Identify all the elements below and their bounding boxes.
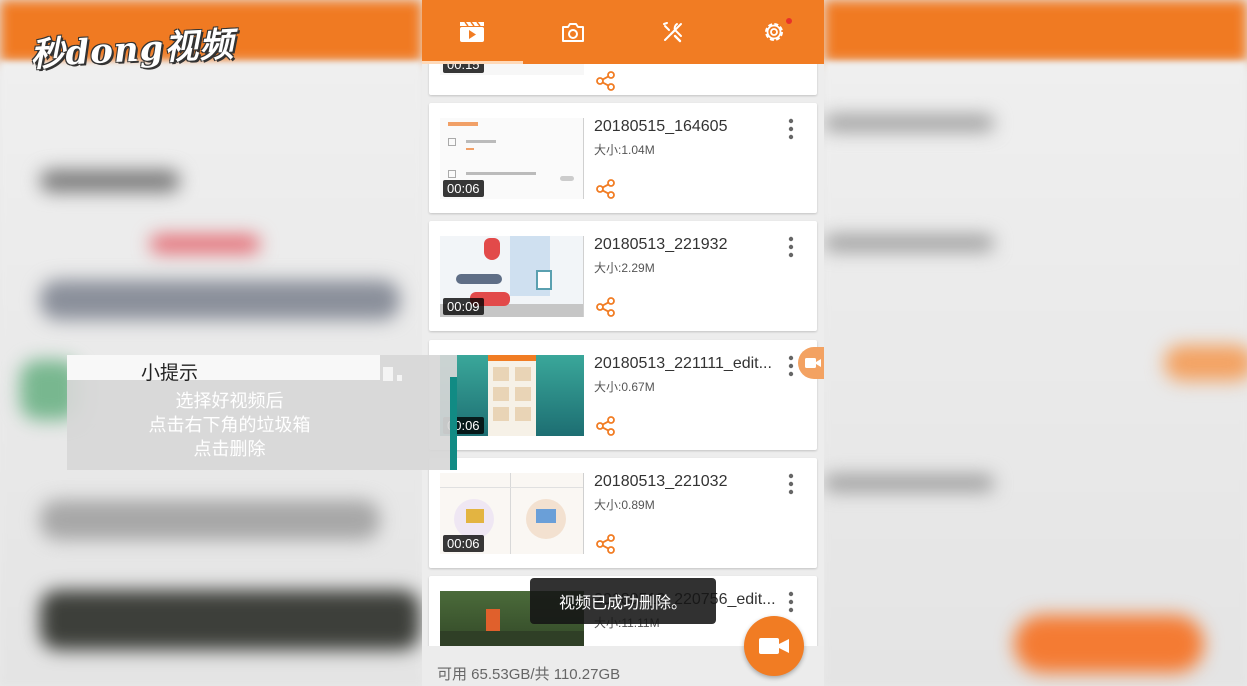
- video-thumbnail: 00:06: [440, 118, 584, 199]
- blurred-background-right: [824, 0, 1247, 686]
- video-size: 大小:1.04M: [594, 143, 655, 157]
- toast-message: 视频已成功删除。: [530, 578, 716, 624]
- tip-header: 小提示: [67, 355, 380, 384]
- watermark-logo: 秒dong视频: [29, 24, 236, 76]
- duration-badge: 00:06: [443, 180, 484, 197]
- more-options-icon[interactable]: [783, 235, 799, 259]
- blurred-background-left: [0, 0, 422, 686]
- duration-badge: 00:06: [443, 535, 484, 552]
- phone-screen: 00:15 00:06 20180515_164605 大小:1.04M 00:…: [422, 0, 824, 686]
- video-icon: [460, 21, 485, 42]
- share-icon[interactable]: [595, 296, 617, 318]
- tab-videos[interactable]: [422, 0, 523, 64]
- video-name: 20180513_221932: [594, 236, 728, 253]
- more-options-icon[interactable]: [783, 354, 799, 378]
- tip-title: 小提示: [141, 363, 199, 384]
- video-name: 20180513_221111_edit...: [594, 355, 772, 372]
- settings-icon: [764, 23, 783, 41]
- list-item[interactable]: 00:06 20180515_164605 大小:1.04M: [429, 103, 817, 213]
- video-thumbnail: 00:09: [440, 236, 584, 317]
- share-icon[interactable]: [595, 415, 617, 437]
- share-icon[interactable]: [595, 533, 617, 555]
- more-options-icon[interactable]: [783, 590, 799, 614]
- duration-badge: 00:09: [443, 298, 484, 315]
- video-name: 20180513_221032: [594, 473, 728, 490]
- list-item[interactable]: 00:06 20180513_221111_edit... 大小:0.67M: [429, 340, 817, 450]
- list-item[interactable]: 00:06 20180513_221032 大小:0.89M: [429, 458, 817, 568]
- camera-icon: [561, 23, 584, 42]
- video-camera-icon: [805, 358, 821, 368]
- video-size: 大小:2.29M: [594, 261, 655, 275]
- share-icon[interactable]: [595, 70, 617, 92]
- video-size: 大小:0.89M: [594, 498, 655, 512]
- video-size: 大小:0.67M: [594, 380, 655, 394]
- notification-dot: [785, 18, 792, 24]
- tip-line: 点击删除: [193, 439, 266, 459]
- video-thumbnail: 00:06: [440, 355, 584, 436]
- tab-settings[interactable]: [724, 0, 825, 64]
- tip-line: 点击右下角的垃圾箱: [148, 415, 311, 435]
- list-item[interactable]: 00:09 20180513_221932 大小:2.29M: [429, 221, 817, 331]
- record-button[interactable]: [744, 616, 804, 676]
- tip-line: 选择好视频后: [175, 391, 284, 411]
- video-camera-icon: [759, 638, 789, 654]
- video-thumbnail: 00:06: [440, 473, 584, 554]
- tab-tools[interactable]: [623, 0, 724, 64]
- more-options-icon[interactable]: [783, 117, 799, 141]
- tip-overlay: 小提示 选择好视频后 点击右下角的垃圾箱 点击删除: [67, 355, 457, 470]
- tip-accent-bar: [450, 377, 457, 470]
- top-tab-bar: [422, 0, 824, 64]
- video-name: 20180515_164605: [594, 118, 728, 135]
- tab-screenshot[interactable]: [523, 0, 624, 64]
- tools-icon: [663, 22, 683, 43]
- share-icon[interactable]: [595, 178, 617, 200]
- floating-record-bubble[interactable]: [798, 347, 824, 379]
- more-options-icon[interactable]: [783, 472, 799, 496]
- tip-text: 选择好视频后 点击右下角的垃圾箱 点击删除: [67, 389, 392, 461]
